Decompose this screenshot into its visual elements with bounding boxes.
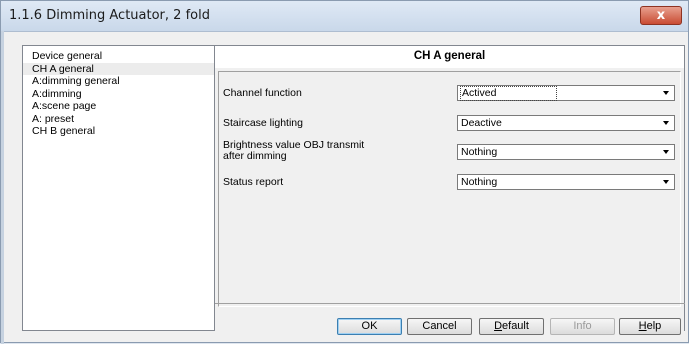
window-title: 1.1.6 Dimming Actuator, 2 fold xyxy=(9,8,210,23)
help-label-rest: elp xyxy=(646,320,662,332)
status-report-select[interactable]: Nothing xyxy=(457,174,675,190)
ok-button[interactable]: OK xyxy=(337,318,402,335)
brightness-obj-value: Nothing xyxy=(461,146,498,158)
staircase-lighting-select[interactable]: Deactive xyxy=(457,115,675,131)
cancel-button[interactable]: Cancel xyxy=(407,318,472,335)
status-report-label: Status report xyxy=(223,176,284,188)
help-button[interactable]: Help xyxy=(619,318,681,335)
parameter-panel xyxy=(215,68,685,331)
default-mnemonic: D xyxy=(494,320,503,332)
close-button[interactable]: x xyxy=(640,6,682,25)
staircase-lighting-label: Staircase lighting xyxy=(223,117,303,129)
channel-function-label: Channel function xyxy=(223,87,302,99)
default-button[interactable]: Default xyxy=(479,318,544,335)
default-label-rest: efault xyxy=(502,320,529,332)
nav-list: Device general CH A general A:dimming ge… xyxy=(23,50,214,138)
channel-function-value: Actived xyxy=(460,86,558,101)
brightness-obj-label-line2: after dimming xyxy=(223,150,287,162)
help-mnemonic: H xyxy=(638,320,647,332)
chevron-down-icon xyxy=(660,176,673,188)
nav-item-a-scene-page[interactable]: A:scene page xyxy=(23,100,214,113)
panel-header: CH A general xyxy=(215,45,685,68)
nav-item-ch-a-general[interactable]: CH A general xyxy=(23,62,214,75)
chevron-down-icon xyxy=(660,117,673,129)
chevron-down-icon xyxy=(660,87,673,99)
parameter-tree[interactable]: Device general CH A general A:dimming ge… xyxy=(22,45,215,331)
nav-item-ch-b-general[interactable]: CH B general xyxy=(23,125,214,138)
panel-divider xyxy=(215,303,685,304)
staircase-lighting-value: Deactive xyxy=(461,117,502,129)
info-button[interactable]: Info xyxy=(550,318,615,335)
channel-function-select[interactable]: Actived xyxy=(457,85,675,101)
nav-item-a-dimming-general[interactable]: A:dimming general xyxy=(23,75,214,88)
brightness-obj-select[interactable]: Nothing xyxy=(457,144,675,160)
nav-item-a-dimming[interactable]: A:dimming xyxy=(23,88,214,101)
dialog-window: 1.1.6 Dimming Actuator, 2 fold x Device … xyxy=(0,0,689,344)
panel-title: CH A general xyxy=(413,50,486,62)
status-report-value: Nothing xyxy=(461,176,498,188)
chevron-down-icon xyxy=(660,146,673,158)
title-bar[interactable]: 1.1.6 Dimming Actuator, 2 fold x xyxy=(1,1,688,32)
nav-item-device-general[interactable]: Device general xyxy=(23,50,214,63)
nav-item-a-preset[interactable]: A: preset xyxy=(23,113,214,126)
window-edge xyxy=(1,31,4,344)
